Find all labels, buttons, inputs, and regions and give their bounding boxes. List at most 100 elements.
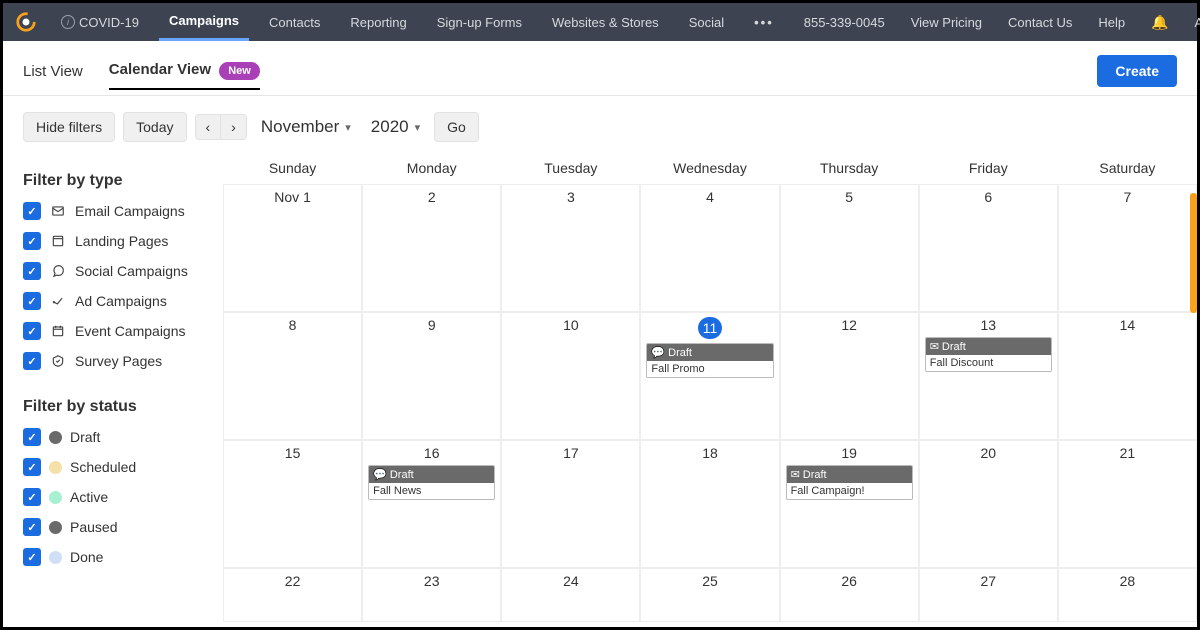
filter-status-draft[interactable]: ✓Draft <box>23 428 217 446</box>
prev-month-button[interactable]: ‹ <box>195 114 221 140</box>
calendar-cell[interactable]: 6 <box>919 184 1058 312</box>
day-number: 9 <box>367 317 496 333</box>
year-select[interactable]: 2020▾ <box>371 117 420 137</box>
day-number: 28 <box>1063 573 1192 589</box>
event-status: Draft <box>390 469 414 481</box>
chevron-down-icon: ▾ <box>415 121 421 134</box>
day-number: 18 <box>645 445 774 461</box>
calendar-cell[interactable]: 15 <box>223 440 362 568</box>
nav-phone[interactable]: 855-339-0045 <box>794 3 895 41</box>
go-button[interactable]: Go <box>434 112 479 142</box>
mail-icon <box>49 204 67 218</box>
checkbox-icon: ✓ <box>23 202 41 220</box>
create-button[interactable]: Create <box>1097 55 1177 87</box>
calendar-cell[interactable]: 2 <box>362 184 501 312</box>
day-number: 21 <box>1063 445 1192 461</box>
notifications-icon[interactable]: 🔔 <box>1141 3 1178 41</box>
calendar-cell[interactable]: 5 <box>780 184 919 312</box>
next-month-button[interactable]: › <box>220 114 247 140</box>
calendar-cell[interactable]: 9 <box>362 312 501 440</box>
nav-signup-forms[interactable]: Sign-up Forms <box>427 3 532 41</box>
filter-type-survey-pages[interactable]: ✓Survey Pages <box>23 352 217 370</box>
calendar-event[interactable]: 💬DraftFall Promo <box>646 343 773 378</box>
filter-status-scheduled[interactable]: ✓Scheduled <box>23 458 217 476</box>
day-number: 2 <box>367 189 496 205</box>
calendar-cell[interactable]: 19✉DraftFall Campaign! <box>780 440 919 568</box>
filter-status-active[interactable]: ✓Active <box>23 488 217 506</box>
nav-covid[interactable]: iCOVID-19 <box>51 3 149 41</box>
top-navigation: iCOVID-19 Campaigns Contacts Reporting S… <box>3 3 1197 41</box>
checkbox-icon: ✓ <box>23 322 41 340</box>
nav-social[interactable]: Social <box>679 3 734 41</box>
nav-help[interactable]: Help <box>1088 3 1135 41</box>
checkbox-icon: ✓ <box>23 428 41 446</box>
month-select[interactable]: November▾ <box>261 117 351 137</box>
filter-status-done[interactable]: ✓Done <box>23 548 217 566</box>
day-number: 27 <box>924 573 1053 589</box>
calendar-cell[interactable]: 4 <box>640 184 779 312</box>
day-number: 10 <box>506 317 635 333</box>
day-number: 23 <box>367 573 496 589</box>
calendar-cell[interactable]: 10 <box>501 312 640 440</box>
day-number: 15 <box>228 445 357 461</box>
calendar-cell[interactable]: 23 <box>362 568 501 622</box>
day-number: 22 <box>228 573 357 589</box>
calendar-cell[interactable]: 27 <box>919 568 1058 622</box>
calendar-cell[interactable]: 21 <box>1058 440 1197 568</box>
calendar-view-tab[interactable]: Calendar View New <box>109 61 260 90</box>
nav-user[interactable]: Anna <box>1185 3 1200 41</box>
nav-contacts[interactable]: Contacts <box>259 3 330 41</box>
nav-more[interactable]: ••• <box>744 3 784 41</box>
calendar-cell[interactable]: 25 <box>640 568 779 622</box>
day-number: 12 <box>785 317 914 333</box>
today-button[interactable]: Today <box>123 112 186 142</box>
calendar-cell[interactable]: 14 <box>1058 312 1197 440</box>
calendar-cell[interactable]: 20 <box>919 440 1058 568</box>
mail-icon: ✉ <box>930 340 939 353</box>
list-view-tab[interactable]: List View <box>23 63 83 80</box>
filter-type-landing-pages[interactable]: ✓Landing Pages <box>23 232 217 250</box>
status-dot <box>49 491 62 504</box>
filter-type-event-campaigns[interactable]: ✓Event Campaigns <box>23 322 217 340</box>
calendar-cell[interactable]: 24 <box>501 568 640 622</box>
hide-filters-button[interactable]: Hide filters <box>23 112 115 142</box>
calendar-event[interactable]: ✉DraftFall Discount <box>925 337 1052 372</box>
app-logo[interactable] <box>15 9 37 35</box>
calendar-cell[interactable]: 18 <box>640 440 779 568</box>
calendar-cell[interactable]: 12 <box>780 312 919 440</box>
filter-type-ad-campaigns[interactable]: ✓Ad Campaigns <box>23 292 217 310</box>
filter-type-social-campaigns[interactable]: ✓Social Campaigns <box>23 262 217 280</box>
calendar-cell[interactable]: 26 <box>780 568 919 622</box>
scroll-indicator[interactable] <box>1190 193 1197 313</box>
day-header: Wednesday <box>640 152 779 184</box>
calendar-cell[interactable]: 7 <box>1058 184 1197 312</box>
month-nav-arrows: ‹ › <box>195 114 247 140</box>
checkbox-icon: ✓ <box>23 292 41 310</box>
calendar-cell[interactable]: 13 ✉DraftFall Discount <box>919 312 1058 440</box>
calendar-cell[interactable]: 3 <box>501 184 640 312</box>
filter-type-email-campaigns[interactable]: ✓Email Campaigns <box>23 202 217 220</box>
nav-contact-us[interactable]: Contact Us <box>998 3 1082 41</box>
day-header: Friday <box>919 152 1058 184</box>
calendar-cell[interactable]: Nov 1 <box>223 184 362 312</box>
calendar-cell[interactable]: 8 <box>223 312 362 440</box>
calendar-event[interactable]: ✉DraftFall Campaign! <box>786 465 913 500</box>
status-dot <box>49 461 62 474</box>
calendar-event[interactable]: 💬DraftFall News <box>368 465 495 500</box>
calendar-cell[interactable]: 16💬DraftFall News <box>362 440 501 568</box>
filter-status-paused[interactable]: ✓Paused <box>23 518 217 536</box>
calendar-cell[interactable]: 28 <box>1058 568 1197 622</box>
day-number: 13 <box>924 317 1053 333</box>
nav-campaigns[interactable]: Campaigns <box>159 3 249 41</box>
ad-icon <box>49 294 67 308</box>
nav-pricing[interactable]: View Pricing <box>901 3 992 41</box>
checkbox-icon: ✓ <box>23 518 41 536</box>
day-number: 20 <box>924 445 1053 461</box>
calendar-cell[interactable]: 11💬DraftFall Promo <box>640 312 779 440</box>
calendar-cell[interactable]: 17 <box>501 440 640 568</box>
calendar-cell[interactable]: 22 <box>223 568 362 622</box>
day-number: 4 <box>645 189 774 205</box>
nav-reporting[interactable]: Reporting <box>340 3 416 41</box>
nav-websites[interactable]: Websites & Stores <box>542 3 669 41</box>
status-dot <box>49 551 62 564</box>
